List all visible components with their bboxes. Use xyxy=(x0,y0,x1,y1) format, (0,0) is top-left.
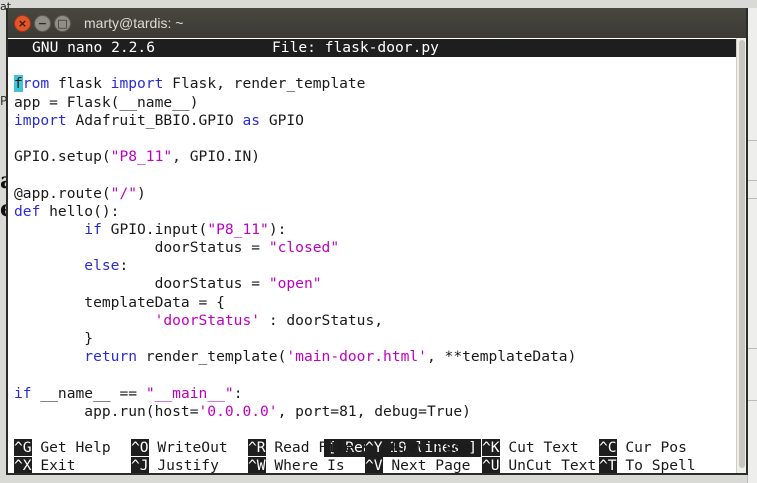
code-line[interactable]: if __name__ == "__main__": xyxy=(8,385,736,403)
shortcut-key: ^U xyxy=(482,457,500,475)
background-window-edge xyxy=(747,8,757,483)
shortcut-key: ^W xyxy=(248,457,266,475)
shortcut-item: ^C Cur Pos xyxy=(599,439,716,457)
shortcut-item: ^G Get Help xyxy=(14,439,131,457)
shortcut-item: ^K Cut Text xyxy=(482,439,599,457)
shortcut-label: Next Page xyxy=(382,457,471,475)
shortcut-item: ^J Justify xyxy=(131,457,248,475)
text-cursor: f xyxy=(14,75,23,93)
nano-header: GNU nano 2.2.6 File: flask-door.py xyxy=(8,39,736,58)
shortcut-key: ^G xyxy=(14,439,32,457)
shortcut-bar: ^G Get Help ^O WriteOut ^R Read File ^Y Pre… xyxy=(8,439,736,475)
maximize-icon[interactable]: □ xyxy=(54,14,71,32)
shortcut-item: ^R Read File xyxy=(248,439,365,457)
code-line[interactable] xyxy=(8,57,736,75)
code-editor[interactable]: from flask import Flask, render_template… xyxy=(8,57,736,421)
code-line[interactable]: from flask import Flask, render_template xyxy=(8,75,736,93)
shortcut-item: ^X Exit xyxy=(14,457,131,475)
shortcut-key: ^O xyxy=(131,439,149,457)
shortcut-label: Get Help xyxy=(31,439,111,457)
code-line[interactable]: import Adafruit_BBIO.GPIO as GPIO xyxy=(8,112,736,130)
shortcut-label: UnCut Text xyxy=(499,457,597,475)
code-line[interactable]: else: xyxy=(8,257,736,275)
code-line[interactable]: GPIO.setup("P8_11", GPIO.IN) xyxy=(8,148,736,166)
code-line[interactable] xyxy=(8,166,736,184)
shortcut-item: ^Y Prev Page xyxy=(365,439,482,457)
code-line[interactable]: } xyxy=(8,330,736,348)
shortcut-label: To Spell xyxy=(616,457,696,475)
shortcut-item: ^O WriteOut xyxy=(131,439,248,457)
shortcut-key: ^R xyxy=(248,439,266,457)
terminal-content[interactable]: GNU nano 2.2.6 File: flask-door.py from … xyxy=(8,39,736,475)
shortcut-item: ^W Where Is xyxy=(248,457,365,475)
close-icon[interactable]: × xyxy=(14,14,31,32)
shortcut-label: Cur Pos xyxy=(616,439,687,457)
shortcut-item: ^T To Spell xyxy=(599,457,716,475)
nano-version: GNU nano 2.2.6 xyxy=(32,39,156,56)
shortcut-key: ^Y xyxy=(365,439,383,457)
shortcut-key: ^C xyxy=(599,439,617,457)
shortcut-label: Justify xyxy=(148,457,219,475)
shortcut-item: ^U UnCut Text xyxy=(482,457,599,475)
code-line[interactable]: if GPIO.input("P8_11"): xyxy=(8,221,736,239)
code-line[interactable]: 'doorStatus' : doorStatus, xyxy=(8,312,736,330)
shortcut-label: Exit xyxy=(31,457,76,475)
code-line[interactable] xyxy=(8,366,736,384)
nano-file-name: File: flask-door.py xyxy=(272,39,439,56)
shortcut-label: Read File xyxy=(265,439,354,457)
terminal-scrollbar[interactable] xyxy=(736,38,746,473)
shortcut-key: ^V xyxy=(365,457,383,475)
shortcut-key: ^X xyxy=(14,457,32,475)
shortcut-label: Where Is xyxy=(265,457,345,475)
minimize-icon[interactable]: − xyxy=(34,14,51,32)
shortcut-label: Cut Text xyxy=(499,439,579,457)
window-title: marty@tardis: ~ xyxy=(84,15,184,31)
code-line[interactable]: @app.route("/") xyxy=(8,185,736,203)
shortcut-item: ^V Next Page xyxy=(365,457,482,475)
window-titlebar[interactable]: × − □ marty@tardis: ~ xyxy=(8,8,746,38)
status-line: [ Read 19 lines ] xyxy=(8,421,736,458)
code-line[interactable]: doorStatus = "open" xyxy=(8,275,736,293)
shortcut-key: ^T xyxy=(599,457,617,475)
shortcut-key: ^K xyxy=(482,439,500,457)
scrollbar-thumb[interactable] xyxy=(739,40,745,468)
shortcut-label: WriteOut xyxy=(148,439,228,457)
terminal-window[interactable]: × − □ marty@tardis: ~ GNU nano 2.2.6 Fil… xyxy=(6,8,748,475)
code-line[interactable]: return render_template('main-door.html',… xyxy=(8,348,736,366)
code-line[interactable] xyxy=(8,130,736,148)
code-line[interactable]: def hello(): xyxy=(8,203,736,221)
code-line[interactable]: app.run(host='0.0.0.0', port=81, debug=T… xyxy=(8,403,736,421)
code-line[interactable]: app = Flask(__name__) xyxy=(8,94,736,112)
shortcut-label: Prev Page xyxy=(382,439,471,457)
shortcut-key: ^J xyxy=(131,457,149,475)
code-line[interactable]: templateData = { xyxy=(8,294,736,312)
code-line[interactable]: doorStatus = "closed" xyxy=(8,239,736,257)
